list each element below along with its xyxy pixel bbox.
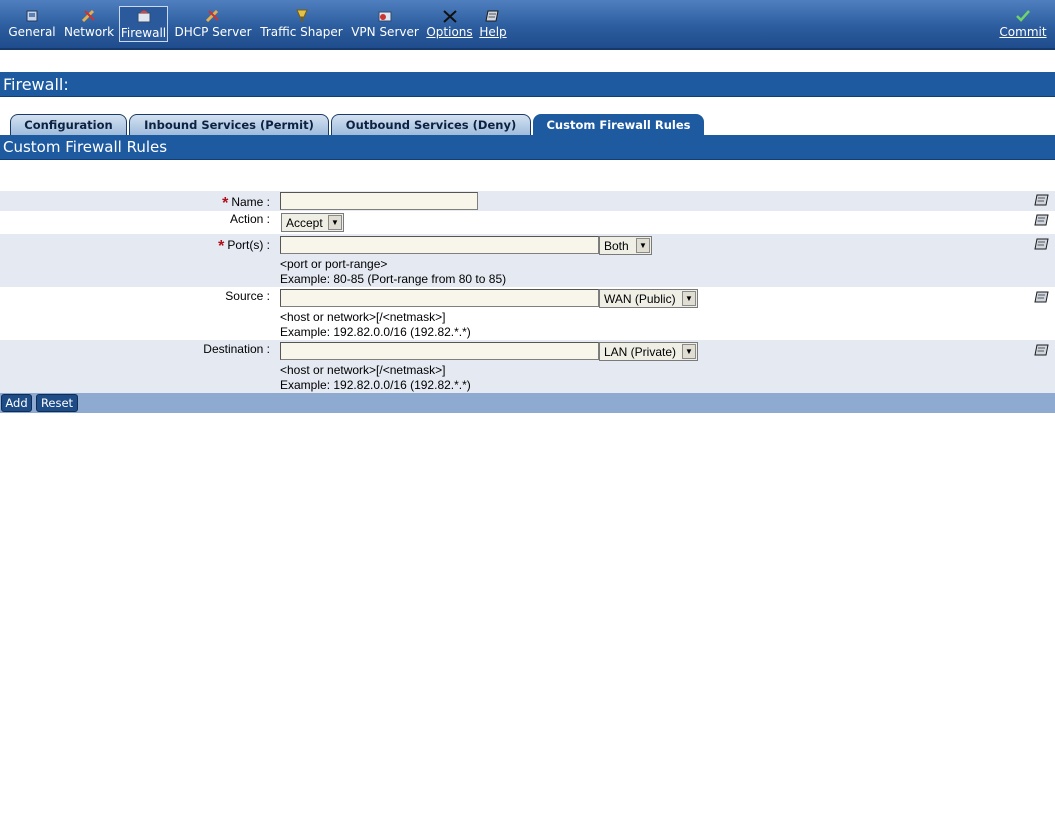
toolbar-network-label: Network (63, 25, 115, 39)
options-icon (442, 10, 457, 23)
destination-interface-select[interactable]: LAN (Private) ▼ (599, 342, 698, 361)
ports-label: Port(s) : (227, 238, 270, 252)
firewall-icon (137, 10, 150, 23)
toolbar-general[interactable]: General (8, 6, 56, 42)
protocol-select-value: Both (604, 239, 629, 253)
chevron-down-icon: ▼ (682, 291, 696, 306)
name-row: * Name : (0, 191, 1055, 212)
help-icon[interactable] (1034, 214, 1049, 227)
toolbar-firewall[interactable]: Firewall (119, 6, 168, 42)
tab-configuration[interactable]: Configuration (10, 114, 127, 135)
page-title-bar: Firewall: (0, 72, 1055, 97)
help-icon[interactable] (1034, 291, 1049, 304)
tab-strip: Configuration Inbound Services (Permit) … (0, 114, 1055, 135)
toolbar-traffic-shaper-label: Traffic Shaper (260, 25, 343, 39)
destination-example: Example: 192.82.0.0/16 (192.82.*.*) (280, 378, 471, 392)
tab-outbound-services[interactable]: Outbound Services (Deny) (331, 114, 531, 135)
traffic-shaper-icon (295, 9, 308, 22)
required-marker: * (222, 195, 229, 212)
chevron-down-icon: ▼ (636, 238, 650, 253)
action-row: Action : Accept ▼ (0, 211, 1055, 234)
toolbar-vpn-label: VPN Server (351, 25, 419, 39)
toolbar-options-label: Options (426, 25, 473, 39)
section-title: Custom Firewall Rules (3, 138, 168, 156)
source-interface-value: WAN (Public) (604, 292, 676, 306)
source-example: Example: 192.82.0.0/16 (192.82.*.*) (280, 325, 471, 339)
checkmark-icon (1016, 10, 1030, 22)
toolbar-dhcp-label: DHCP Server (174, 25, 252, 39)
toolbar-dhcp-server[interactable]: DHCP Server (173, 6, 253, 42)
toolbar-network[interactable]: Network (63, 6, 115, 42)
source-row: Source : WAN (Public) ▼ <host or network… (0, 287, 1055, 340)
toolbar-help[interactable]: Help (478, 6, 508, 42)
section-header: Custom Firewall Rules (0, 135, 1055, 160)
ports-example: Example: 80-85 (Port-range from 80 to 85… (280, 272, 507, 286)
ports-row: * Port(s) : Both ▼ <port or port-range> E… (0, 234, 1055, 287)
form-button-bar: Add Reset (0, 393, 1055, 413)
general-icon (26, 10, 38, 22)
commit-button[interactable]: Commit (998, 6, 1048, 42)
protocol-select[interactable]: Both ▼ (599, 236, 652, 255)
name-label-wrap: * Name : (222, 193, 270, 212)
help-book-icon (485, 10, 499, 22)
add-button[interactable]: Add (1, 394, 32, 412)
destination-input[interactable] (280, 342, 599, 360)
action-label: Action : (229, 212, 270, 226)
destination-interface-value: LAN (Private) (604, 345, 677, 359)
toolbar-general-label: General (8, 25, 56, 39)
help-icon[interactable] (1034, 238, 1049, 251)
source-hint: <host or network>[/<netmask>] (280, 310, 446, 324)
ports-label-wrap: * Port(s) : (218, 236, 270, 255)
tab-inbound-services[interactable]: Inbound Services (Permit) (129, 114, 329, 135)
chevron-down-icon: ▼ (682, 344, 696, 359)
toolbar-firewall-label: Firewall (120, 26, 167, 40)
destination-hint: <host or network>[/<netmask>] (280, 363, 446, 377)
action-select[interactable]: Accept ▼ (281, 213, 344, 232)
help-icon[interactable] (1034, 344, 1049, 357)
chevron-down-icon: ▼ (328, 215, 342, 230)
toolbar-help-label: Help (479, 25, 507, 39)
ports-input[interactable] (280, 236, 599, 254)
tab-custom-firewall-rules[interactable]: Custom Firewall Rules (533, 114, 704, 135)
toolbar-traffic-shaper[interactable]: Traffic Shaper (259, 6, 344, 42)
main-toolbar: General Network Firewall DHCP Server Tra… (0, 0, 1055, 50)
network-icon (81, 9, 95, 23)
help-icon[interactable] (1034, 194, 1049, 207)
reset-button[interactable]: Reset (36, 394, 78, 412)
toolbar-options[interactable]: Options (426, 6, 473, 42)
source-input[interactable] (280, 289, 599, 307)
vpn-icon (378, 11, 392, 22)
ports-hint: <port or port-range> (280, 257, 388, 271)
action-select-value: Accept (286, 216, 323, 230)
dhcp-icon (205, 9, 219, 23)
destination-row: Destination : LAN (Private) ▼ <host or n… (0, 340, 1055, 393)
name-label: Name : (231, 195, 270, 209)
required-marker: * (218, 238, 225, 255)
source-label: Source : (225, 289, 270, 303)
name-input[interactable] (280, 192, 478, 210)
page-title: Firewall: (3, 75, 69, 94)
destination-label: Destination : (203, 342, 270, 356)
commit-label: Commit (999, 25, 1047, 39)
source-interface-select[interactable]: WAN (Public) ▼ (599, 289, 698, 308)
toolbar-vpn-server[interactable]: VPN Server (350, 6, 420, 42)
